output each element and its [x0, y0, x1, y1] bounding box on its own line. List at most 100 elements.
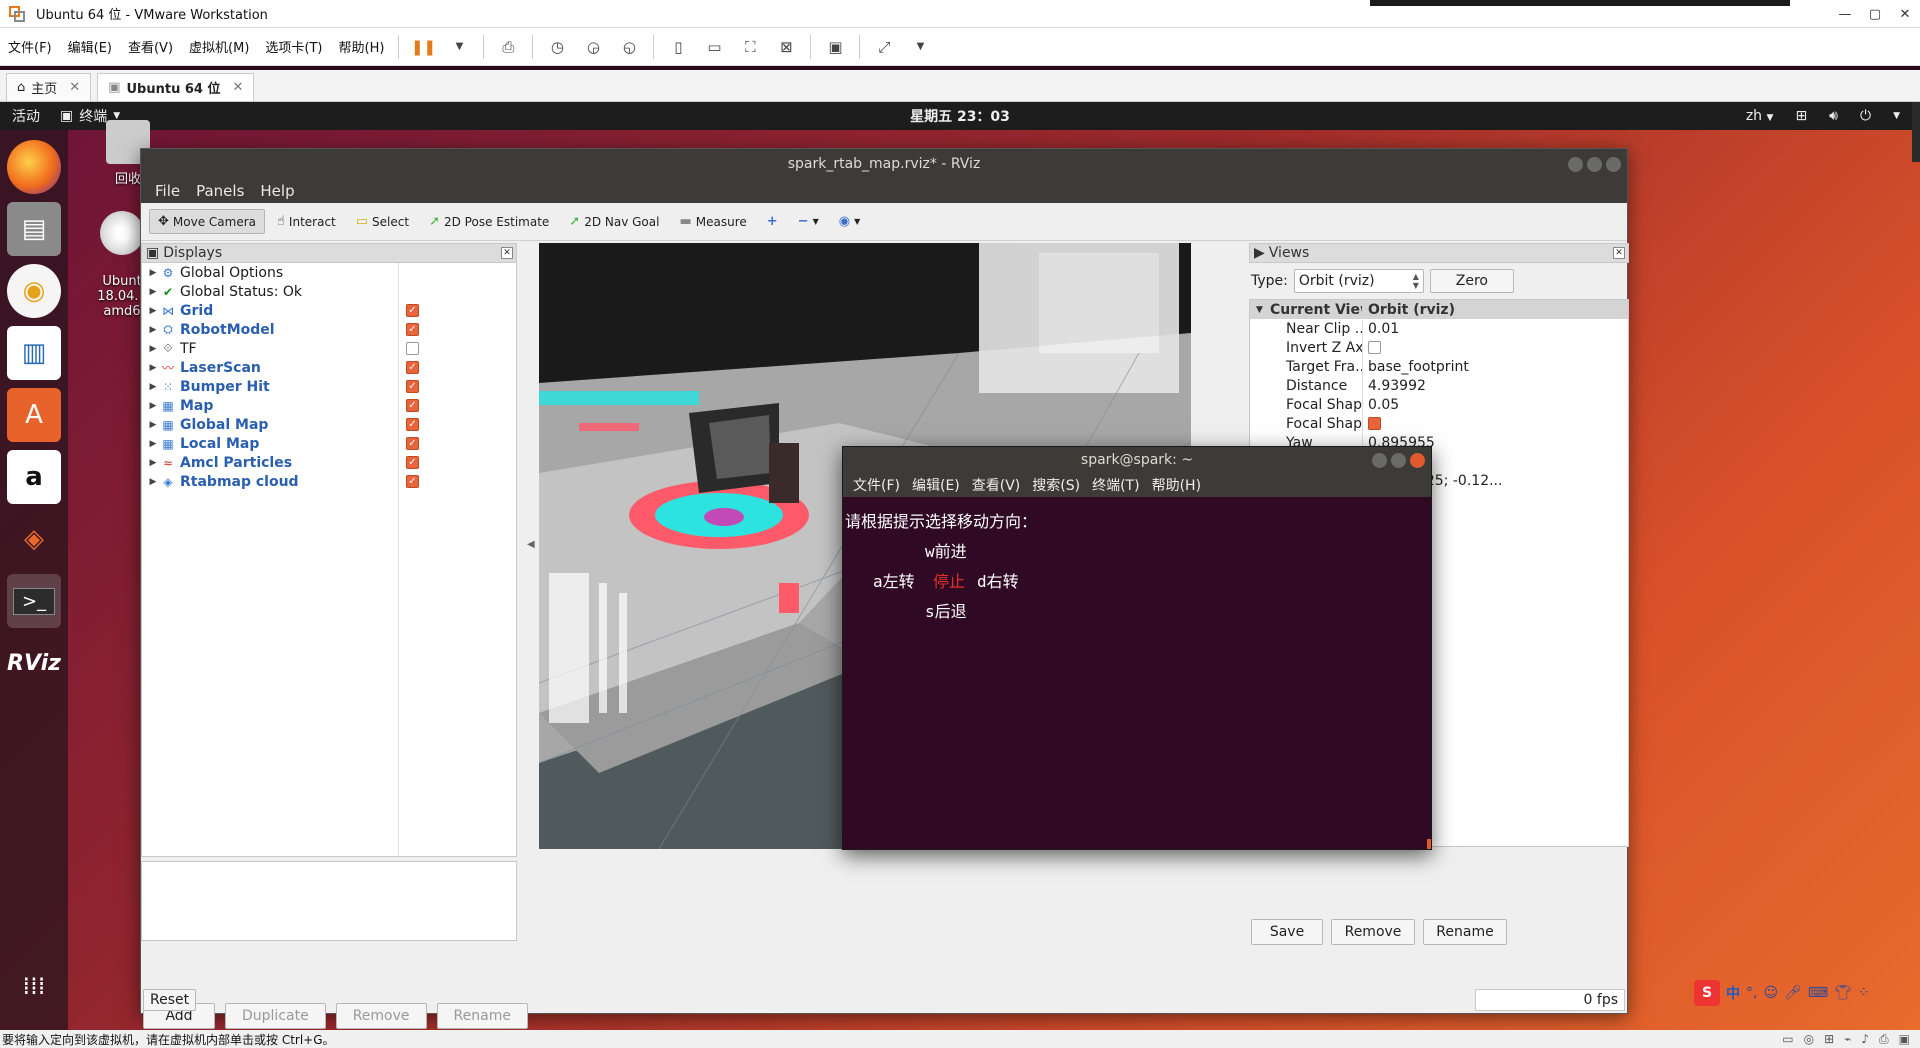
chevron-down-icon[interactable]: ▼: [447, 35, 471, 59]
stretch-icon[interactable]: ⤢: [872, 35, 896, 59]
close-icon[interactable]: [1410, 452, 1425, 468]
term-menu-help[interactable]: 帮助(H): [1146, 475, 1207, 495]
display-item[interactable]: ▶ ⟐ TF: [142, 339, 516, 358]
maximize-icon[interactable]: [1587, 156, 1602, 172]
pose-estimate-button[interactable]: ➚ 2D Pose Estimate: [421, 210, 557, 233]
expand-arrow-icon[interactable]: ▶: [146, 287, 160, 297]
close-icon[interactable]: [1606, 156, 1621, 172]
display-enable-checkbox[interactable]: ✓: [406, 418, 419, 431]
rhythmbox-icon[interactable]: ◉: [7, 264, 61, 318]
close-icon[interactable]: ✕: [1613, 247, 1625, 259]
expand-arrow-icon[interactable]: ▶: [146, 382, 160, 392]
term-menu-search[interactable]: 搜索(S): [1026, 475, 1086, 495]
unity-icon[interactable]: ⊠: [774, 35, 798, 59]
display-icon[interactable]: ▣: [1899, 1032, 1910, 1047]
input-method[interactable]: zh ▼: [1746, 108, 1774, 124]
expand-arrow-icon[interactable]: ▶: [146, 268, 160, 278]
rviz-icon[interactable]: RViz: [7, 636, 61, 690]
files-icon[interactable]: ▤: [7, 202, 61, 256]
view-type-select[interactable]: Orbit (rviz) ▲ ▼: [1293, 269, 1424, 293]
display-item[interactable]: ▶ ⁙ Bumper Hit ✓: [142, 377, 516, 396]
display-enable-checkbox[interactable]: [406, 342, 419, 355]
fullscreen-icon[interactable]: ⛶: [738, 35, 762, 59]
close-icon[interactable]: ✕: [501, 247, 513, 259]
snapshot-manager-icon[interactable]: ◵: [617, 35, 641, 59]
terminal-window[interactable]: spark@spark: ~ 文件(F) 编辑(E) 查看(V) 搜索(S) 终…: [842, 446, 1432, 850]
display-enable-checkbox[interactable]: ✓: [406, 361, 419, 374]
display-enable-checkbox[interactable]: ✓: [406, 475, 419, 488]
property-checkbox[interactable]: [1368, 417, 1381, 430]
send-keys-icon[interactable]: ⎙: [496, 35, 520, 59]
expand-arrow-icon[interactable]: ▶: [146, 458, 160, 468]
tool-props-button[interactable]: ◉ ▼: [831, 210, 869, 233]
cdrom-icon[interactable]: ◎: [1804, 1032, 1814, 1047]
view-property-row[interactable]: Focal Shap... 0.05: [1250, 395, 1628, 414]
property-checkbox[interactable]: [1368, 341, 1381, 354]
display-enable-checkbox[interactable]: ✓: [406, 323, 419, 336]
select-button[interactable]: ▭ Select: [348, 210, 417, 233]
amazon-icon[interactable]: a: [7, 450, 61, 504]
hdd-icon[interactable]: ▭: [1782, 1032, 1793, 1047]
display-item[interactable]: ▶ 〰 LaserScan ✓: [142, 358, 516, 377]
library-icon[interactable]: ▯: [666, 35, 690, 59]
rviz-menu-file[interactable]: File: [147, 182, 188, 200]
resize-grip[interactable]: [1427, 839, 1431, 849]
display-item[interactable]: ▶ ▦ Global Map ✓: [142, 415, 516, 434]
remove-tool-button[interactable]: − ▼: [790, 210, 827, 233]
snapshot-restore-icon[interactable]: ◶: [581, 35, 605, 59]
view-property-row[interactable]: Near Clip ... 0.01: [1250, 319, 1628, 338]
display-enable-checkbox[interactable]: ✓: [406, 456, 419, 469]
term-menu-file[interactable]: 文件(F): [847, 475, 906, 495]
display-item[interactable]: ▶ ⛭ RobotModel ✓: [142, 320, 516, 339]
view-property-row[interactable]: Target Fra... base_footprint: [1250, 357, 1628, 376]
collapse-left-icon[interactable]: ◀: [527, 539, 535, 550]
view-property-row[interactable]: Invert Z Axis: [1250, 338, 1628, 357]
software-icon[interactable]: A: [7, 388, 61, 442]
term-menu-terminal[interactable]: 终端(T): [1086, 475, 1145, 495]
snapshot-icon[interactable]: ◷: [545, 35, 569, 59]
pause-icon[interactable]: ❚❚: [411, 35, 436, 59]
tab-home[interactable]: ⌂ 主页 ✕: [6, 73, 92, 101]
rviz-menu-help[interactable]: Help: [252, 182, 302, 200]
network-icon[interactable]: ⊞: [1795, 108, 1807, 124]
chevron-down-icon[interactable]: ▼: [1893, 111, 1900, 121]
close-icon[interactable]: ✕: [1890, 0, 1920, 28]
expand-arrow-icon[interactable]: ▶: [146, 363, 160, 373]
display-enable-checkbox[interactable]: ✓: [406, 399, 419, 412]
display-item[interactable]: ▶ ⋈ Grid ✓: [142, 301, 516, 320]
sound-icon[interactable]: ♪: [1861, 1032, 1869, 1047]
box-icon[interactable]: ◈: [7, 512, 61, 566]
tab-ubuntu[interactable]: ▣ Ubuntu 64 位 ✕: [97, 73, 255, 101]
reset-button[interactable]: Reset: [143, 989, 197, 1011]
minimize-icon[interactable]: —: [1830, 0, 1860, 28]
term-menu-view[interactable]: 查看(V): [966, 475, 1027, 495]
power-icon[interactable]: ⏻: [1860, 108, 1871, 124]
chevron-down-icon[interactable]: ▼: [908, 35, 932, 59]
term-menu-edit[interactable]: 编辑(E): [906, 475, 966, 495]
view-property-row[interactable]: Distance 4.93992: [1250, 376, 1628, 395]
volume-icon[interactable]: 🔊︎: [1829, 108, 1838, 124]
chevron-down-icon[interactable]: ▼: [1256, 305, 1263, 315]
expand-arrow-icon[interactable]: ▶: [146, 439, 160, 449]
display-enable-checkbox[interactable]: ✓: [406, 380, 419, 393]
expand-arrow-icon[interactable]: ▶: [146, 401, 160, 411]
display-item[interactable]: ▶ ≈ Amcl Particles ✓: [142, 453, 516, 472]
clock[interactable]: 星期五 23：03: [910, 106, 1010, 126]
menu-help[interactable]: 帮助(H): [331, 37, 393, 56]
zero-button[interactable]: Zero: [1429, 269, 1514, 293]
measure-button[interactable]: ▬ Measure: [671, 210, 754, 233]
thumbnail-icon[interactable]: ▭: [702, 35, 726, 59]
activities-button[interactable]: 活动: [0, 106, 52, 126]
rename-view-button[interactable]: Rename: [1423, 919, 1507, 945]
sogou-icon[interactable]: S: [1694, 980, 1720, 1006]
close-icon[interactable]: ✕: [69, 80, 80, 95]
nav-goal-button[interactable]: ➚ 2D Nav Goal: [561, 210, 667, 233]
keyboard-icon[interactable]: ⌨: [1808, 985, 1828, 1001]
minimize-icon[interactable]: [1568, 156, 1583, 172]
expand-arrow-icon[interactable]: ▶: [146, 325, 160, 335]
menu-vm[interactable]: 虚拟机(M): [181, 37, 257, 56]
tools-icon[interactable]: ⁘: [1858, 985, 1870, 1001]
remove-view-button[interactable]: Remove: [1331, 919, 1415, 945]
expand-arrow-icon[interactable]: ▶: [146, 306, 160, 316]
rviz-menu-panels[interactable]: Panels: [188, 182, 252, 200]
